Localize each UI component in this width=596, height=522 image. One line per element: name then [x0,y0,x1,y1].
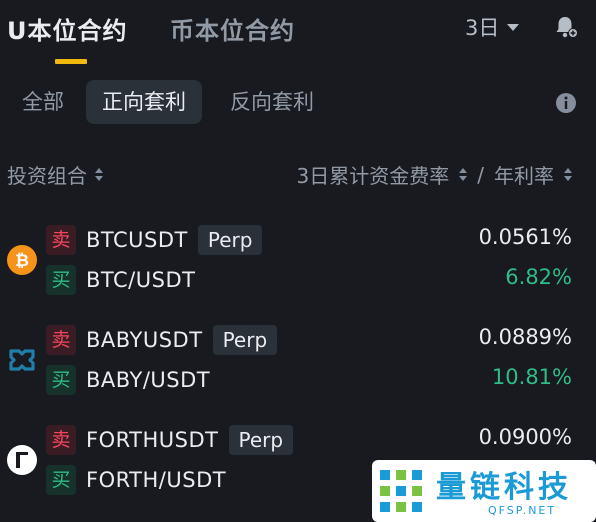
sell-badge: 卖 [46,425,76,455]
bitcoin-icon: ₿ [7,245,37,275]
strategy-filters: 全部 正向套利 反向套利 [0,80,596,124]
spot-leg: 买 FORTH/USDT [46,463,226,497]
sort-rate[interactable]: 3日累计资金费率 / 年利率 [297,160,572,189]
funding-rate-value: 0.0561% [478,225,572,249]
sort-icon [459,168,468,181]
sort-icon [564,168,572,181]
column-portfolio: 投资组合 [7,164,87,188]
filter-all[interactable]: 全部 [22,80,64,124]
filter-positive-arbitrage[interactable]: 正向套利 [86,80,202,124]
table-row[interactable]: ₿ 卖 BTCUSDT Perp 买 BTC/USDT 0.0561% 6.82… [0,220,596,300]
perp-tag: Perp [212,325,278,355]
buy-badge: 买 [46,365,76,395]
apr-value: 10.81% [491,365,572,389]
perp-leg: 卖 FORTHUSDT Perp [46,423,294,457]
sort-portfolio[interactable]: 投资组合 [7,160,103,189]
watermark: 量链科技 QFSP.NET [372,460,596,522]
apr-value: 6.82% [505,265,572,289]
babylon-icon [9,349,35,371]
bell-add-icon[interactable] [553,14,579,40]
chevron-down-icon [507,23,520,31]
column-apr: 年利率 [494,164,554,188]
watermark-subtext: QFSP.NET [488,504,557,517]
tab-usdt-margined[interactable]: U本位合约 [7,11,128,46]
sell-badge: 卖 [46,225,76,255]
buy-badge: 买 [46,465,76,495]
info-icon[interactable] [555,92,577,114]
period-dropdown[interactable]: 3日 [465,12,520,42]
watermark-text: 量链科技 [436,470,572,505]
spot-symbol: BTC/USDT [86,268,196,292]
perp-leg: 卖 BTCUSDT Perp [46,223,263,257]
perp-leg: 卖 BABYUSDT Perp [46,323,278,357]
buy-badge: 买 [46,265,76,295]
column-funding-rate: 3日累计资金费率 [296,164,450,188]
forth-icon [7,445,37,475]
tab-coin-margined[interactable]: 币本位合约 [170,11,295,46]
sort-icon [95,168,103,181]
funding-rate-value: 0.0900% [478,425,572,449]
market-tabs: U本位合约 币本位合约 3日 [0,0,596,64]
svg-text:₿: ₿ [15,251,29,271]
perp-tag: Perp [197,225,263,255]
table-header: 投资组合 3日累计资金费率 / 年利率 [0,160,596,190]
sell-badge: 卖 [46,325,76,355]
spot-leg: 买 BABY/USDT [46,363,210,397]
perp-symbol: BTCUSDT [86,228,188,252]
perp-symbol: FORTHUSDT [86,428,219,452]
table-row[interactable]: 卖 BABYUSDT Perp 买 BABY/USDT 0.0889% 10.8… [0,320,596,400]
spot-leg: 买 BTC/USDT [46,263,195,297]
spot-symbol: FORTH/USDT [86,468,227,492]
perp-symbol: BABYUSDT [86,328,203,352]
column-separator: / [477,162,484,187]
funding-rate-value: 0.0889% [478,325,572,349]
period-label: 3日 [465,16,500,40]
filter-reverse-arbitrage[interactable]: 反向套利 [230,80,314,124]
spot-symbol: BABY/USDT [86,368,211,392]
perp-tag: Perp [228,425,294,455]
watermark-logo-icon [380,470,422,512]
active-tab-indicator [55,59,87,64]
